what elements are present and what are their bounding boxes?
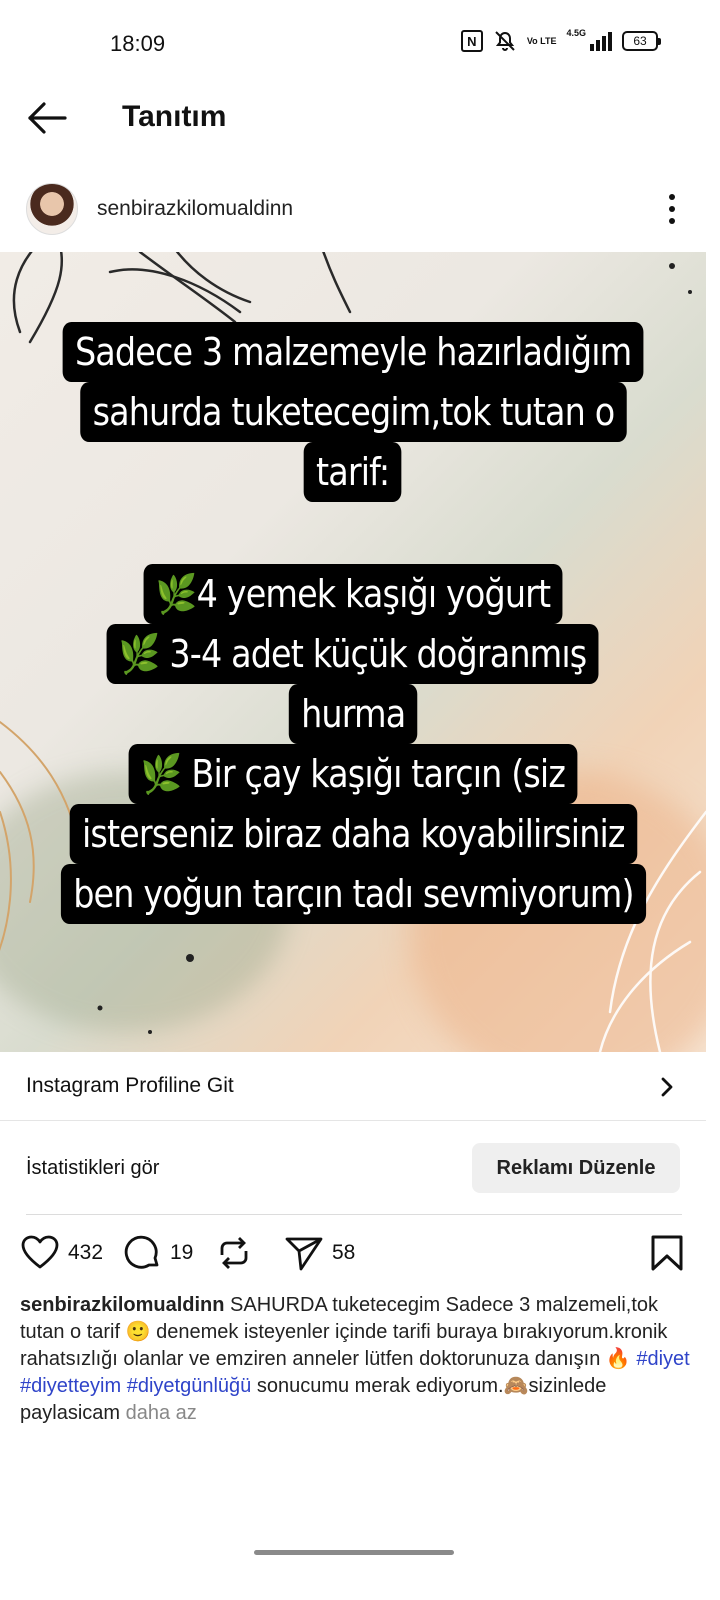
heart-icon [21, 1235, 59, 1269]
repost-action[interactable] [214, 1230, 254, 1276]
avatar[interactable] [26, 183, 78, 235]
image-text-line: ben yoğun tarçın tadı sevmiyorum) [60, 864, 646, 924]
image-text-line: 🌿4 yemek kaşığı yoğurt [143, 564, 563, 624]
action-bar: 432 19 58 [0, 1230, 706, 1280]
repost-icon [220, 1237, 248, 1269]
chevron-right-icon [661, 1077, 673, 1097]
back-arrow-icon[interactable] [26, 100, 68, 136]
image-text-line: Sadece 3 malzemeyle hazırladığım [62, 322, 644, 382]
volte-indicator: Vo LTE [526, 35, 557, 46]
status-time: 18:09 [110, 31, 166, 56]
share-action[interactable]: 58 [284, 1230, 355, 1276]
nfc-icon: N [460, 30, 483, 52]
post-username[interactable]: senbirazkilomualdinn [97, 197, 293, 221]
image-text-line: 🌿 3-4 adet küçük doğranmış [106, 624, 600, 684]
bookmark-icon[interactable] [650, 1234, 684, 1272]
status-bar: 18:09 N Vo LTE 4.5G 63 [0, 0, 720, 88]
hashtag-link[interactable]: #diyetteyim [20, 1375, 121, 1397]
caption-username[interactable]: senbirazkilomualdinn [20, 1294, 224, 1316]
image-text-line: sahurda tuketecegim,tok tutan o [79, 382, 627, 442]
image-text-line: 🌿 Bir çay kaşığı tarçın (siz [128, 744, 578, 804]
hashtag-link[interactable]: #diyet [636, 1348, 689, 1370]
post-image[interactable]: Sadece 3 malzemeyle hazırladığım sahurda… [0, 252, 706, 1052]
signal-icon [590, 31, 612, 51]
show-less-link[interactable]: daha az [126, 1402, 197, 1424]
comment-count: 19 [170, 1241, 194, 1264]
comment-action[interactable]: 19 [122, 1230, 193, 1276]
hashtag-link[interactable]: #diyetgünlüğü [127, 1375, 252, 1397]
post-image-text: Sadece 3 malzemeyle hazırladığım sahurda… [0, 322, 706, 924]
mute-bell-icon [495, 31, 515, 51]
image-text-line: isterseniz biraz daha koyabilirsiniz [69, 804, 637, 864]
post-header: senbirazkilomualdinn [0, 180, 720, 240]
more-options-icon[interactable] [666, 192, 678, 226]
like-action[interactable]: 432 [20, 1230, 103, 1276]
like-count: 432 [68, 1241, 104, 1264]
profile-link-label: Instagram Profiline Git [26, 1074, 234, 1097]
network-type: 4.5G [566, 28, 586, 38]
app-bar: Tanıtım [0, 88, 720, 150]
battery-icon: 63 [622, 31, 661, 51]
share-count: 58 [332, 1241, 356, 1264]
divider [26, 1214, 682, 1215]
view-insights-link[interactable]: İstatistikleri gör [26, 1157, 159, 1180]
home-indicator[interactable] [254, 1550, 454, 1555]
send-icon [285, 1237, 323, 1271]
profile-link-row[interactable]: Instagram Profiline Git [0, 1052, 706, 1121]
image-text-line: tarif: [304, 442, 402, 502]
edit-ad-button[interactable]: Reklamı Düzenle [472, 1143, 680, 1193]
stats-row: İstatistikleri gör Reklamı Düzenle [0, 1140, 706, 1198]
status-icons: N Vo LTE 4.5G 63 [460, 28, 661, 52]
page-title: Tanıtım [122, 100, 227, 133]
image-text-line: hurma [288, 684, 418, 744]
post-caption: senbirazkilomualdinn SAHURDA tuketecegim… [20, 1292, 696, 1427]
comment-icon [124, 1235, 159, 1269]
